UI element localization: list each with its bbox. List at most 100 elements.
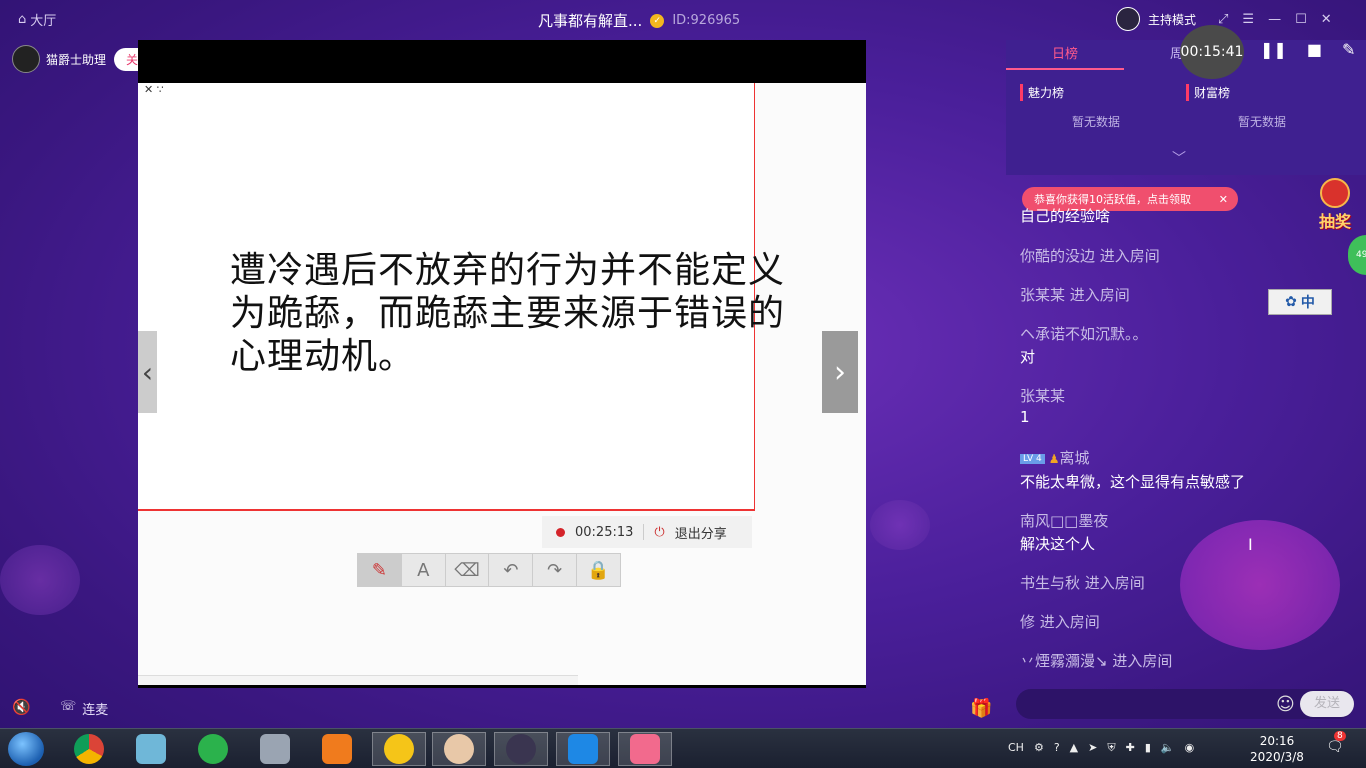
start-button[interactable] <box>8 732 44 766</box>
emoji-icon[interactable]: ☺ <box>1276 694 1295 715</box>
clock[interactable]: 20:16 2020/3/8 <box>1250 733 1304 765</box>
annotation-toolbar: ✎ A ⌫ ↶ ↷ 🔒 <box>357 553 621 587</box>
chat-user[interactable]: 离城 <box>1060 449 1090 467</box>
list-item: 书生与秋 进入房间 <box>1020 572 1145 593</box>
brush-icon[interactable]: ✎ <box>358 554 402 586</box>
verified-icon: ✓ <box>650 13 665 28</box>
chat-user[interactable]: 你酷的没边 <box>1020 247 1095 265</box>
lottery-icon <box>1320 178 1350 208</box>
gift-icon[interactable]: 🎁 <box>970 698 992 719</box>
wealth-empty: 暂无数据 <box>1237 115 1286 129</box>
video-meeting-icon[interactable] <box>556 732 610 766</box>
chat-user[interactable]: 丷煙霧瀰漫↘ <box>1020 652 1108 670</box>
chat-user[interactable]: 修 <box>1020 613 1035 631</box>
shield-icon[interactable]: ⛨ <box>1107 741 1115 755</box>
eraser-icon[interactable]: ⌫ <box>446 554 490 586</box>
clock-time: 20:16 <box>1259 734 1295 748</box>
tray-up-icon[interactable]: ▲ <box>1070 741 1078 755</box>
close-icon[interactable]: ✕ <box>1321 12 1332 27</box>
camera-app-icon[interactable] <box>248 732 302 766</box>
avatar-app-icon[interactable] <box>432 732 486 766</box>
streamer-name: 猫爵士助理 <box>46 52 107 67</box>
list-item: 自己的经验啥 <box>1020 205 1110 226</box>
streamer-avatar[interactable] <box>12 45 40 73</box>
speaker-mute-icon[interactable]: 🔇 <box>12 698 31 716</box>
list-item: 不能太卑微，这个显得有点敏感了 <box>1020 471 1245 492</box>
room-id: ID:926965 <box>672 13 741 28</box>
charm-label: 魅力榜 <box>1020 84 1172 101</box>
wealth-ranking: 财富榜 暂无数据 <box>1172 84 1338 130</box>
heart-decoration <box>1180 520 1340 650</box>
redo-icon[interactable]: ↷ <box>533 554 578 586</box>
help-icon[interactable]: ? <box>1054 741 1060 755</box>
room-title: 凡事都有解直... ✓ ID:926965 <box>538 10 740 31</box>
expand-icon[interactable]: ⤢ <box>1218 12 1228 27</box>
chrome-icon[interactable] <box>62 732 116 766</box>
lianmai-button[interactable]: ☏ 连麦 <box>60 699 108 718</box>
yellow-app-icon[interactable] <box>372 732 426 766</box>
ime-indicator[interactable]: ✿ 中 <box>1268 289 1332 315</box>
charm-empty: 暂无数据 <box>1071 115 1120 129</box>
text-tool-icon[interactable]: A <box>402 554 446 586</box>
exit-share-button[interactable]: 退出分享 <box>675 523 727 542</box>
lock-icon[interactable]: 🔒 <box>577 554 620 586</box>
user-icon: ♟ <box>1048 452 1060 466</box>
notification-icon[interactable]: 🗨 8 <box>1326 731 1346 755</box>
session-timer: 00:15:41 <box>1180 25 1244 79</box>
send-button[interactable]: 发送 <box>1300 691 1354 717</box>
list-item: 对 <box>1020 346 1035 367</box>
list-item: LV 4 ♟离城 <box>1020 447 1090 468</box>
notice-strip <box>138 675 578 685</box>
chat-message: 不能太卑微，这个显得有点敏感了 <box>1020 473 1246 491</box>
raccoon-app-icon[interactable] <box>494 732 548 766</box>
chat-user[interactable]: 张某某 <box>1020 387 1065 405</box>
next-slide-button[interactable]: › <box>822 331 858 413</box>
chat-enter: 进入房间 <box>1084 574 1145 592</box>
menu-icon[interactable]: ☰ <box>1242 12 1254 27</box>
input-method-icon[interactable]: ⚙ <box>1034 741 1044 755</box>
chat-enter: 进入房间 <box>1112 652 1173 670</box>
notification-count: 8 <box>1334 731 1346 741</box>
system-tray: CH ⚙ ? ▲ ➤ ⛨ ✚ ▮ 🔈 ◉ <box>1008 741 1194 755</box>
minimize-icon[interactable]: — <box>1268 12 1281 27</box>
chat-user[interactable]: ヘ承诺不如沉默。。 <box>1020 325 1148 343</box>
recording-bar: 00:25:13 ⏻ 退出分享 <box>542 516 752 548</box>
plus-icon[interactable]: ✚ <box>1126 741 1135 755</box>
lobby-button[interactable]: ⌂ 大厅 <box>18 10 56 29</box>
level-badge: LV 4 <box>1020 454 1045 464</box>
close-icon[interactable]: ✕ <box>1219 193 1228 206</box>
wechat-icon[interactable] <box>186 732 240 766</box>
chevron-down-icon[interactable]: ﹀ <box>1172 148 1186 168</box>
pause-icon[interactable]: ❚❚ <box>1260 40 1287 59</box>
slide-logo: ✕ ∵ <box>144 83 164 96</box>
office-icon[interactable] <box>310 732 364 766</box>
maximize-icon[interactable]: ☐ <box>1295 12 1307 27</box>
volume-mute-icon[interactable]: 🔈 <box>1161 741 1175 755</box>
language-indicator[interactable]: CH <box>1008 741 1024 755</box>
chat-user[interactable]: 南风□□墨夜 <box>1020 512 1108 530</box>
lottery-button[interactable]: 抽奖 <box>1312 178 1358 231</box>
chat-user[interactable]: 书生与秋 <box>1020 574 1080 592</box>
list-item: 1 <box>1020 408 1030 426</box>
ime-label: 中 <box>1300 295 1315 311</box>
wealth-label: 财富榜 <box>1186 84 1338 101</box>
media-icon[interactable]: ◉ <box>1185 741 1195 755</box>
send-icon[interactable]: ➤ <box>1088 741 1097 755</box>
tab-daily[interactable]: 日榜 <box>1006 40 1124 70</box>
list-item: 张某某 <box>1020 385 1065 406</box>
stop-icon[interactable]: ■ <box>1307 40 1322 59</box>
chat-app-icon[interactable] <box>618 732 672 766</box>
notepad-icon[interactable] <box>124 732 178 766</box>
lottery-label: 抽奖 <box>1318 212 1351 231</box>
green-side-button[interactable]: 49 <box>1348 235 1366 275</box>
undo-icon[interactable]: ↶ <box>489 554 534 586</box>
pen-icon[interactable]: ✎ <box>1342 40 1355 59</box>
charm-ranking: 魅力榜 暂无数据 <box>1006 84 1172 130</box>
battery-icon[interactable]: ▮ <box>1145 741 1151 755</box>
prev-slide-button[interactable]: ‹ <box>138 331 157 413</box>
text-cursor-icon: I <box>1248 535 1253 554</box>
room-title-text: 凡事都有解直... <box>538 12 643 30</box>
chat-message: 1 <box>1020 408 1030 426</box>
list-item: 你酷的没边 进入房间 <box>1020 245 1160 266</box>
chat-user[interactable]: 张某某 <box>1020 286 1065 304</box>
